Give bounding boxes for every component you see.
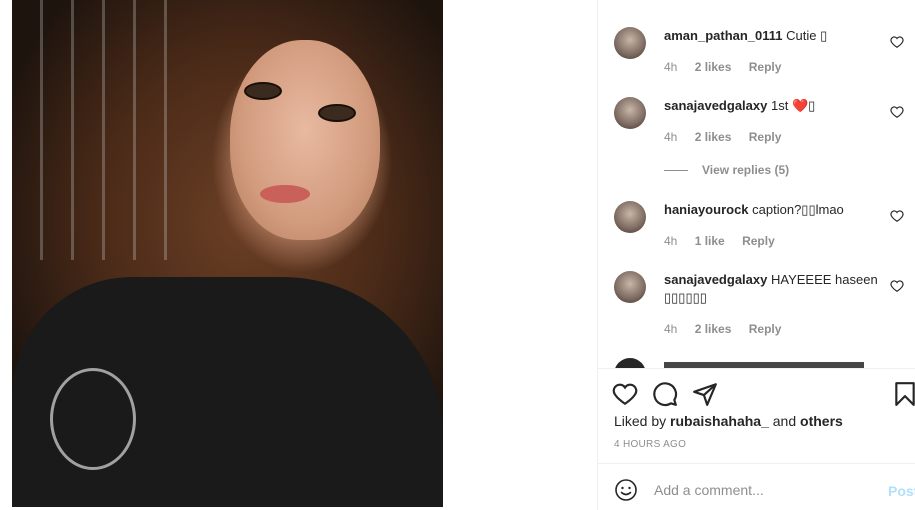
comment-meta: 4h 2 likes Reply — [664, 60, 795, 74]
photo-lips — [260, 185, 310, 203]
comment-item-cutoff — [598, 358, 915, 368]
comment-input[interactable] — [654, 482, 874, 498]
comment-text: aman_pathan_0111 Cutie ▯ — [664, 27, 884, 45]
avatar[interactable] — [614, 27, 646, 59]
liked-by-others[interactable]: others — [800, 413, 843, 429]
photo-eye-left — [244, 82, 282, 100]
comment-username[interactable]: aman_pathan_0111 — [664, 28, 783, 43]
comments-list[interactable]: aman_pathan_0111 Cutie ▯ 4h 2 likes Repl… — [598, 0, 915, 368]
comment-icon[interactable] — [652, 381, 678, 407]
comment-time[interactable]: 4h — [664, 60, 677, 74]
comment-likes[interactable]: 2 likes — [695, 322, 732, 336]
emoji-icon[interactable] — [614, 478, 638, 502]
comment-meta: 4h 1 like Reply — [664, 234, 789, 248]
photo-eye-right — [318, 104, 356, 122]
avatar[interactable] — [614, 271, 646, 303]
reply-button[interactable]: Reply — [749, 322, 782, 336]
photo-background-fence — [12, 0, 172, 260]
reply-button[interactable]: Reply — [749, 60, 782, 74]
comment-likes[interactable]: 1 like — [695, 234, 725, 248]
view-replies-line — [664, 170, 688, 172]
comment-meta: 4h 2 likes Reply — [664, 130, 795, 144]
view-replies-button[interactable]: View replies (5) — [664, 163, 789, 177]
avatar[interactable] — [614, 201, 646, 233]
comment-meta: 4h 2 likes Reply — [664, 322, 795, 336]
liked-by-prefix: Liked by — [614, 413, 667, 429]
reply-button[interactable]: Reply — [749, 130, 782, 144]
liked-by: Liked by rubaishahaha_ and others — [614, 413, 843, 429]
post-time[interactable]: 4 HOURS AGO — [614, 439, 686, 450]
comment-body: caption?▯▯lmao — [752, 202, 844, 217]
comment-body: Cutie ▯ — [786, 28, 828, 43]
bookmark-icon[interactable] — [892, 381, 915, 407]
post-photo[interactable] — [12, 0, 443, 507]
comment-time[interactable]: 4h — [664, 234, 677, 248]
add-comment-bar: Post — [598, 464, 915, 510]
liked-by-and: and — [772, 413, 797, 429]
avatar[interactable] — [614, 358, 646, 368]
post-actions: Liked by rubaishahaha_ and others 4 HOUR… — [598, 369, 915, 464]
comment-likes[interactable]: 2 likes — [695, 130, 732, 144]
comment-text: haniayourock caption?▯▯lmao — [664, 201, 884, 219]
heart-icon[interactable] — [890, 279, 904, 293]
reply-button[interactable]: Reply — [742, 234, 775, 248]
heart-icon[interactable] — [890, 209, 904, 223]
comment-time[interactable]: 4h — [664, 322, 677, 336]
photo-shirt-logo — [50, 368, 136, 470]
heart-icon[interactable] — [890, 35, 904, 49]
comment-body: 1st ❤️▯ — [770, 98, 816, 113]
heart-icon[interactable] — [890, 105, 904, 119]
heart-icon[interactable] — [612, 381, 638, 407]
comment-text: sanajavedgalaxy 1st ❤️▯ — [664, 97, 884, 115]
post-button[interactable]: Post — [888, 483, 915, 499]
liked-by-user[interactable]: rubaishahaha_ — [670, 413, 769, 429]
comment-username[interactable]: sanajavedgalaxy — [664, 98, 767, 113]
comment-text: sanajavedgalaxy HAYEEEE haseen ▯▯▯▯▯▯ — [664, 271, 884, 307]
comment-likes[interactable]: 2 likes — [695, 60, 732, 74]
photo-face — [230, 40, 380, 240]
view-replies-label: View replies (5) — [702, 163, 790, 177]
comment-time[interactable]: 4h — [664, 130, 677, 144]
avatar[interactable] — [614, 97, 646, 129]
paper-plane-icon[interactable] — [692, 381, 718, 407]
comment-username[interactable]: haniayourock — [664, 202, 749, 217]
comment-username[interactable]: sanajavedgalaxy — [664, 272, 767, 287]
